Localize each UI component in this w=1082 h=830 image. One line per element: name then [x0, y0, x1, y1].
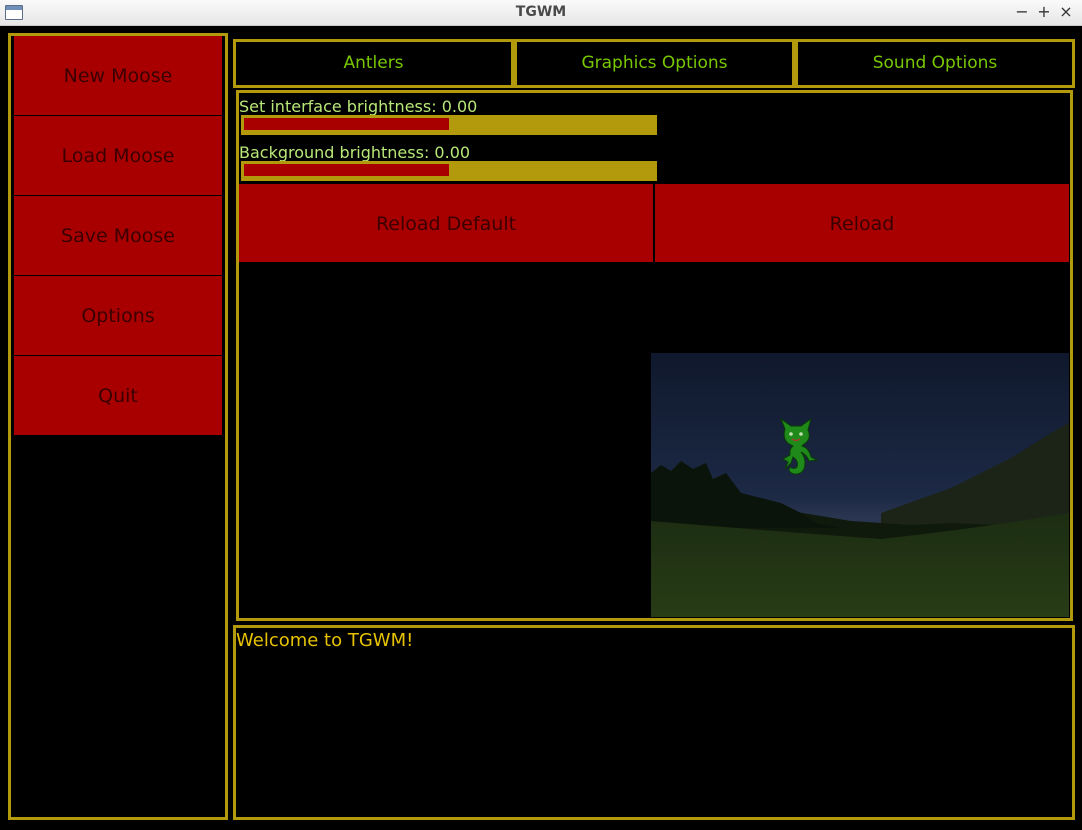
reload-button[interactable]: Reload — [655, 184, 1069, 262]
tab-graphics-options[interactable]: Graphics Options — [514, 39, 795, 88]
quit-button[interactable]: Quit — [14, 356, 222, 435]
sidebar: New Moose Load Moose Save Moose Options … — [8, 33, 228, 820]
background-preview — [651, 353, 1069, 617]
background-brightness-slider[interactable] — [241, 161, 657, 181]
options-button[interactable]: Options — [14, 276, 222, 355]
new-moose-button[interactable]: New Moose — [14, 36, 222, 115]
background-brightness-fill — [244, 164, 449, 176]
graphics-options-panel: Set interface brightness: 0.00 Backgroun… — [236, 90, 1073, 621]
minimize-button[interactable]: − — [1012, 2, 1032, 22]
window-title: TGWM — [515, 4, 567, 20]
interface-brightness-fill — [244, 118, 449, 130]
title-bar: TGWM − + × — [0, 0, 1082, 26]
log-panel: Welcome to TGWM! — [233, 625, 1075, 820]
log-message: Welcome to TGWM! — [236, 630, 414, 651]
tab-antlers[interactable]: Antlers — [233, 39, 514, 88]
maximize-button[interactable]: + — [1034, 2, 1054, 22]
tab-sound-options[interactable]: Sound Options — [795, 39, 1075, 88]
interface-brightness-slider[interactable] — [241, 115, 657, 135]
close-button[interactable]: × — [1056, 2, 1076, 22]
landscape-image — [651, 353, 1069, 617]
reload-default-button[interactable]: Reload Default — [239, 184, 653, 262]
interface-brightness-label: Set interface brightness: 0.00 — [239, 97, 478, 116]
save-moose-button[interactable]: Save Moose — [14, 196, 222, 275]
load-moose-button[interactable]: Load Moose — [14, 116, 222, 195]
background-brightness-label: Background brightness: 0.00 — [239, 143, 471, 162]
